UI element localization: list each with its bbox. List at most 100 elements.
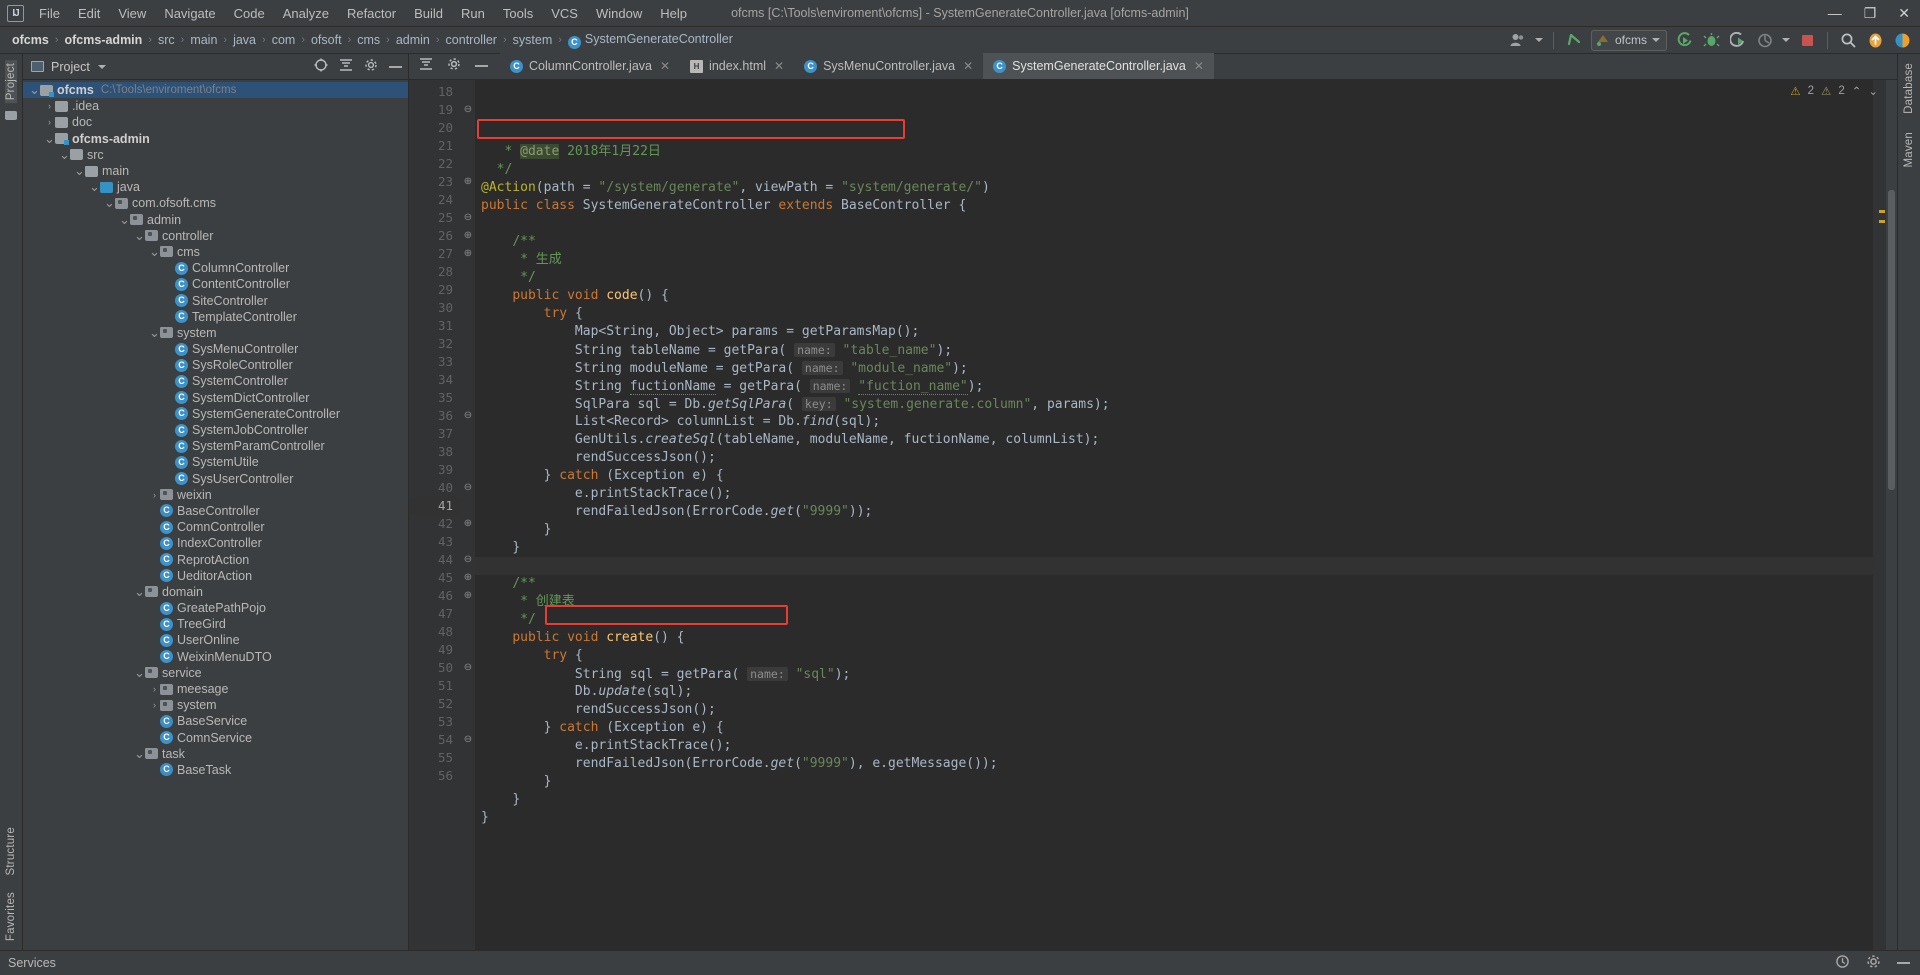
editor-gear-icon[interactable] [447,57,461,74]
line-number[interactable]: 55 [409,749,461,767]
line-number[interactable]: 31 [409,317,461,335]
line-number[interactable]: 25 [409,209,461,227]
collapse-all-editor-icon[interactable] [419,57,433,74]
editor-tab-systemgeneratecontroller-java[interactable]: C SystemGenerateController.java ✕ [983,53,1214,79]
code-line[interactable]: /** [475,233,1873,251]
menu-item-help[interactable]: Help [651,2,696,25]
code-line[interactable]: } [475,809,1873,827]
editor-vertical-scrollbar[interactable] [1886,80,1897,950]
minimize-icon[interactable]: — [1828,6,1842,20]
avatar-dropdown-caret-icon[interactable] [1534,38,1543,42]
menu-item-run[interactable]: Run [452,2,494,25]
line-number[interactable]: 26 [409,227,461,245]
tree-node-systemdictcontroller[interactable]: C SystemDictController [23,390,408,406]
tree-node-weixin[interactable]: › weixin [23,487,408,503]
close-tab-icon[interactable]: ✕ [963,59,973,73]
editor-tab-sysmenucontroller-java[interactable]: C SysMenuController.java ✕ [794,53,984,79]
code-line[interactable]: public class SystemGenerateController ex… [475,197,1873,215]
chevron-right-icon[interactable]: › [44,117,55,127]
chevron-down-icon[interactable]: ⌄ [134,747,145,760]
code-line[interactable]: String moduleName = getPara( name: "modu… [475,359,1873,377]
tree-node-controller[interactable]: ⌄ controller [23,228,408,244]
tree-node-service[interactable]: ⌄ service [23,665,408,681]
fold-toggle-icon[interactable]: ⊖ [461,209,475,227]
line-number[interactable]: 38 [409,443,461,461]
line-number[interactable]: 48 [409,623,461,641]
tree-node-main[interactable]: ⌄ main [23,163,408,179]
code-line[interactable]: * @date 2018年1月22日 [475,143,1873,161]
code-line[interactable]: /** [475,575,1873,593]
menu-item-code[interactable]: Code [225,2,274,25]
chevron-right-icon[interactable]: › [149,684,160,694]
line-number[interactable]: 53 [409,713,461,731]
tree-node-admin[interactable]: ⌄ admin [23,212,408,228]
tree-node-system[interactable]: ⌄ system [23,325,408,341]
tree-node-domain[interactable]: ⌄ domain [23,584,408,600]
line-number[interactable]: 27 [409,245,461,263]
line-number[interactable]: 36 [409,407,461,425]
code-line[interactable]: * 创建表 [475,593,1873,611]
chevron-down-icon[interactable]: ⌄ [149,245,160,258]
code-line[interactable]: */ [475,611,1873,629]
chevron-down-icon[interactable]: ⌄ [29,83,40,96]
code-line[interactable]: } catch (Exception e) { [475,467,1873,485]
fold-toggle-icon[interactable]: ⊖ [461,407,475,425]
line-number[interactable]: 30 [409,299,461,317]
breadcrumb-item-ofsoft[interactable]: ofsoft [307,31,346,49]
chevron-down-icon[interactable]: ⌄ [74,164,85,177]
tree-node-com-ofsoft-cms[interactable]: ⌄ com.ofsoft.cms [23,195,408,211]
settings-gear-icon[interactable] [1866,954,1881,972]
profiler-caret-icon[interactable] [1782,38,1790,42]
code-line[interactable]: public void create() { [475,629,1873,647]
chevron-right-icon[interactable]: › [44,101,55,111]
run-icon[interactable] [1674,30,1694,50]
tree-node-greatepathpojo[interactable]: C GreatePathPojo [23,600,408,616]
tree-node-basecontroller[interactable]: C BaseController [23,503,408,519]
editor-tab-index-html[interactable]: Hindex.html ✕ [680,53,795,79]
chevron-down-icon[interactable]: ⌄ [149,326,160,339]
fold-toggle-icon[interactable]: ⊕ [461,173,475,191]
menu-item-refactor[interactable]: Refactor [338,2,405,25]
tree-node-treegird[interactable]: C TreeGird [23,616,408,632]
code-line[interactable]: rendSuccessJson(); [475,449,1873,467]
line-number[interactable]: 34 [409,371,461,389]
next-highlight-icon[interactable]: ⌄ [1868,84,1878,98]
editor-hide-icon[interactable] [475,64,488,67]
chevron-down-icon[interactable]: ⌄ [89,180,100,193]
select-opened-file-icon[interactable] [314,58,328,75]
services-button[interactable]: Services [8,956,56,970]
line-number[interactable]: 56 [409,767,461,785]
tree-node-systemgeneratecontroller[interactable]: C SystemGenerateController [23,406,408,422]
breadcrumb[interactable]: ofcms › ofcms-admin › src › main › java › com › ofso… [8,30,737,51]
tree-node-systemutile[interactable]: C SystemUtile [23,454,408,470]
fold-toggle-icon[interactable]: ⊖ [461,479,475,497]
line-number[interactable]: 54 [409,731,461,749]
menu-item-tools[interactable]: Tools [494,2,542,25]
code-line[interactable]: Map<String, Object> params = getParamsMa… [475,323,1873,341]
tree-node-sysrolecontroller[interactable]: C SysRoleController [23,357,408,373]
prev-highlight-icon[interactable]: ⌃ [1852,84,1862,98]
chevron-down-icon[interactable]: ⌄ [134,666,145,679]
favorites-folder-icon[interactable] [5,111,17,121]
main-menu-bar[interactable]: File Edit View Navigate Code Analyze Refactor B… [30,2,696,25]
tree-node-contentcontroller[interactable]: C ContentController [23,276,408,292]
line-number[interactable]: 24 [409,191,461,209]
tree-node-systemparamcontroller[interactable]: C SystemParamController [23,438,408,454]
tree-node-ofcms-admin[interactable]: ⌄ ofcms-admin [23,131,408,147]
inspection-widget[interactable]: ⚠ 2 ⚠ 2 ⌃ ⌄ [1782,80,1886,101]
rail-button-structure[interactable]: Structure [5,824,17,878]
code-line[interactable]: SqlPara sql = Db.getSqlPara( key: "syste… [475,395,1873,413]
tree-node-ofcms[interactable]: ⌄ ofcms C:\Tools\enviroment\ofcms [23,82,408,99]
breadcrumb-item-cms[interactable]: cms [353,31,384,49]
tree-node-ueditoraction[interactable]: C UeditorAction [23,568,408,584]
code-line[interactable]: rendFailedJson(ErrorCode.get("9999")); [475,503,1873,521]
tree-node-columncontroller[interactable]: C ColumnController [23,260,408,276]
event-log-icon[interactable] [1835,954,1850,972]
code-line[interactable]: GenUtils.createSql(tableName, moduleName… [475,431,1873,449]
breadcrumb-item-src[interactable]: src [154,31,179,49]
fold-toggle-icon[interactable]: ⊕ [461,587,475,605]
tree-node-sysmenucontroller[interactable]: C SysMenuController [23,341,408,357]
hide-window-icon[interactable] [1897,962,1910,964]
line-number[interactable]: 18 [409,83,461,101]
code-line[interactable]: String fuctionName = getPara( name: "fuc… [475,377,1873,395]
